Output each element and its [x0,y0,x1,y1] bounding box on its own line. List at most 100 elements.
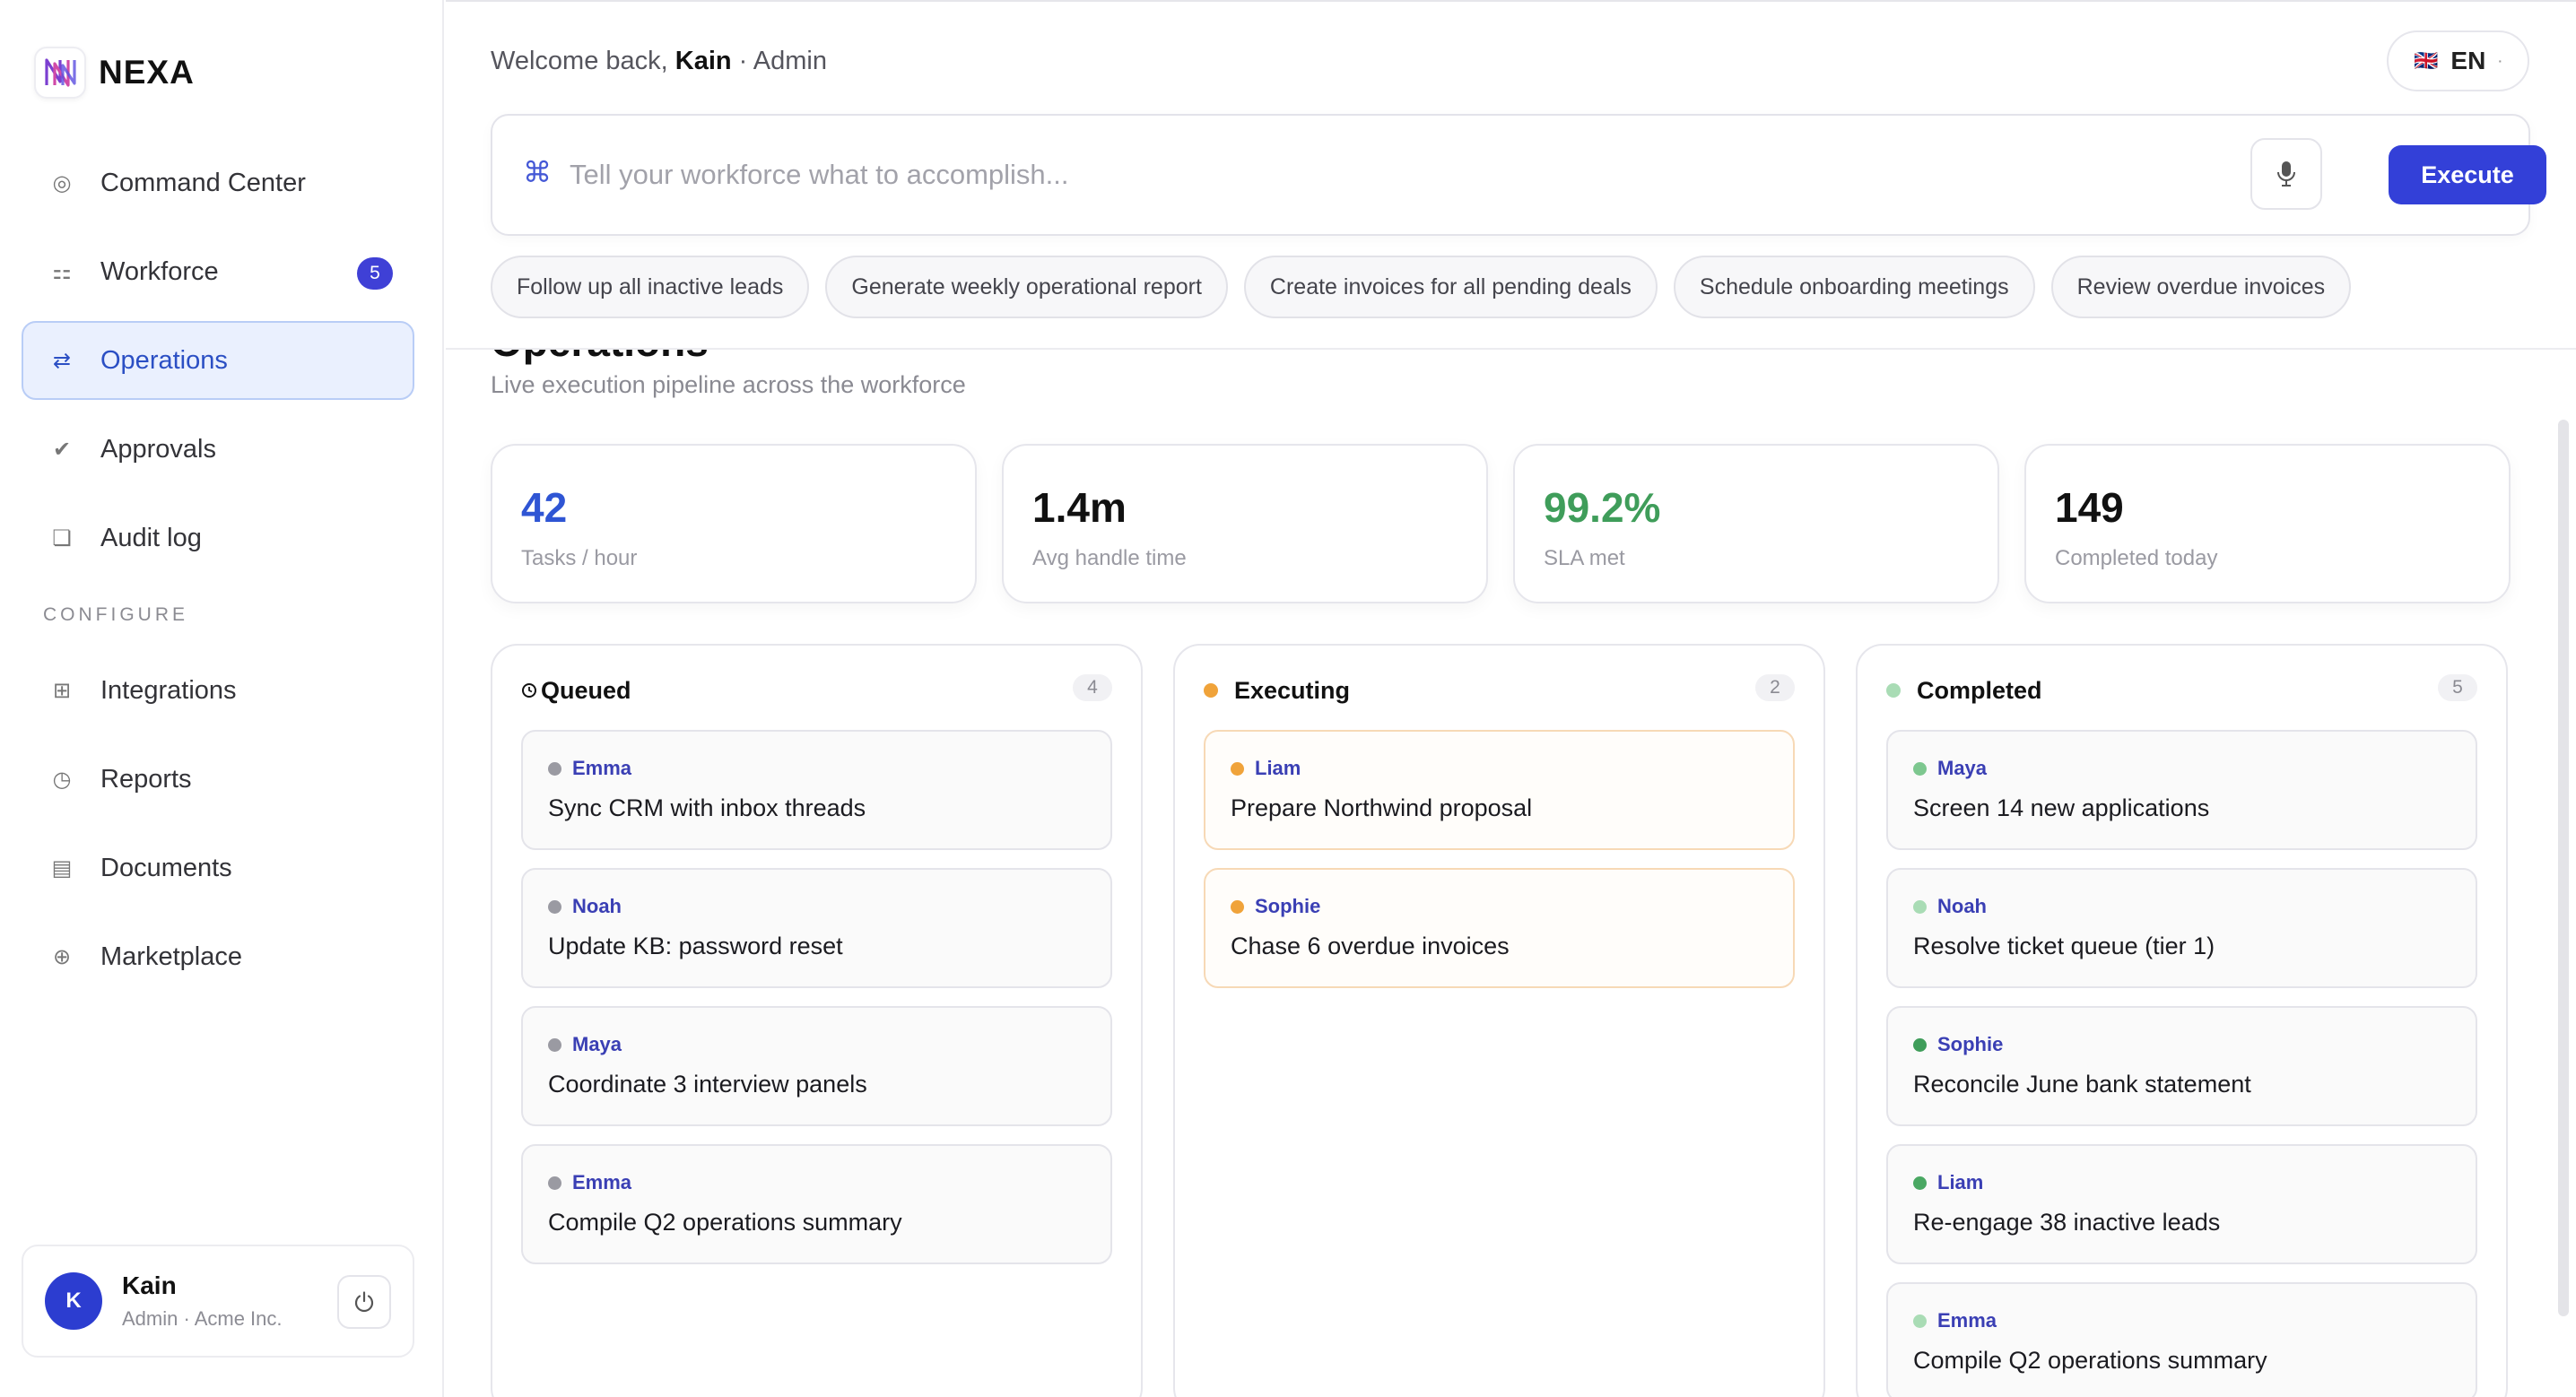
page-subtitle: Live execution pipeline across the workf… [491,371,966,398]
agent-status-dot-icon [1913,1176,1927,1190]
task-agent: Emma [1913,1309,2450,1332]
uk-flag-icon: 🇬🇧 [2414,49,2439,72]
stat-label: SLA met [1544,546,1625,570]
task-card[interactable]: Noah Resolve ticket queue (tier 1) [1886,868,2477,988]
agent-status-dot-icon [548,761,561,776]
column-header: Queued [521,672,1112,708]
stat-label: Tasks / hour [521,546,638,570]
agent-status-dot-icon [1913,899,1927,914]
language-selector[interactable]: 🇬🇧 EN · [2387,30,2529,91]
logout-button[interactable] [337,1275,391,1329]
sidebar-item-reports[interactable]: ◷ Reports [22,740,414,819]
status-dot-icon [1886,683,1901,698]
agent-name: Emma [572,1171,632,1193]
suggestion-chip[interactable]: Generate weekly operational report [825,256,1228,318]
column-title: Queued [541,676,631,704]
sidebar-item-approvals[interactable]: ✔ Approvals [22,410,414,489]
stat-value: 42 [521,484,568,531]
sidebar: NEXA ◎ Command Center ⚏ Workforce 5 ⇄ Operatio… [0,0,444,1397]
suggestion-chip[interactable]: Follow up all inactive leads [491,256,810,318]
stat-card: 1.4m Avg handle time [1002,444,1488,603]
agent-name: Noah [1937,895,1987,917]
sidebar-item-integrations[interactable]: ⊞ Integrations [22,651,414,730]
stat-value: 99.2% [1544,484,1661,531]
user-meta: Kain Admin · Acme Inc. [122,1271,283,1331]
sidebar-item-label: Marketplace [100,941,242,971]
task-card[interactable]: Emma Compile Q2 operations summary [521,1144,1112,1264]
sidebar-item-marketplace[interactable]: ⊕ Marketplace [22,917,414,996]
column-completed: Completed 5 Maya Screen 14 new applications… [1856,644,2508,1397]
sidebar-item-operations[interactable]: ⇄ Operations [22,321,414,400]
stat-card: 42 Tasks / hour [491,444,977,603]
task-card[interactable]: Maya Screen 14 new applications [1886,730,2477,850]
brand[interactable]: NEXA [34,47,195,99]
sidebar-item-audit-log[interactable]: ❏ Audit log [22,499,414,577]
task-title: Sync CRM with inbox threads [548,794,866,821]
task-card[interactable]: Sophie Chase 6 overdue invoices [1204,868,1795,988]
sidebar-item-label: Approvals [100,434,216,464]
stats-row: 42 Tasks / hour 1.4m Avg handle time 99.2% SL… [491,444,2511,603]
column-count-badge: 2 [1755,674,1795,701]
sidebar-item-command-center[interactable]: ◎ Command Center [22,143,414,222]
task-card[interactable]: Liam Prepare Northwind proposal [1204,730,1795,850]
welcome-text: Welcome back, Kain · Admin [491,47,827,76]
user-name: Kain [122,1271,177,1299]
task-card[interactable]: Maya Coordinate 3 interview panels [521,1006,1112,1126]
radar-icon: ◎ [52,170,72,195]
task-card[interactable]: Noah Update KB: password reset [521,868,1112,988]
task-title: Resolve ticket queue (tier 1) [1913,933,2215,959]
microphone-icon [2277,161,2295,187]
avatar: K [45,1272,102,1330]
nav-section-label: CONFIGURE [43,604,188,625]
power-icon [354,1291,374,1313]
clock-icon [521,682,541,698]
command-bar: ⌘ Execute [491,114,2546,236]
scrollbar[interactable] [2558,420,2569,1316]
agent-name: Maya [1937,757,1988,779]
microphone-button[interactable] [2250,138,2322,210]
sidebar-item-documents[interactable]: ▤ Documents [22,829,414,907]
top-divider [446,0,2576,2]
task-card[interactable]: Sophie Reconcile June bank statement [1886,1006,2477,1126]
plus-circle-icon: ⊕ [52,944,72,969]
sidebar-item-workforce[interactable]: ⚏ Workforce 5 [22,232,414,311]
sidebar-item-label: Audit log [100,523,202,552]
task-agent: Liam [1913,1171,2450,1194]
task-list: Liam Prepare Northwind proposal Sophie Chas… [1204,730,1795,988]
welcome-role: · Admin [731,47,827,75]
agent-status-dot-icon [1913,1314,1927,1328]
task-list: Maya Screen 14 new applications Noah Resolv… [1886,730,2477,1397]
task-card[interactable]: Emma Sync CRM with inbox threads [521,730,1112,850]
top-header: Welcome back, Kain · Admin 🇬🇧 EN · ⌘ Exe… [446,0,2576,350]
stat-label: Avg handle time [1032,546,1187,570]
task-title: Chase 6 overdue invoices [1231,933,1510,959]
task-agent: Emma [548,757,1085,780]
operations-page: Operations Live execution pipeline acros… [446,350,2555,1397]
sidebar-item-label: Integrations [100,675,237,705]
document-icon: ▤ [51,855,73,881]
sidebar-item-label: Reports [100,764,192,794]
sidebar-item-label: Workforce [100,256,219,286]
column-queued: Queued 4 Emma Sync CRM with inbox threads No… [491,644,1143,1397]
sidebar-nav: ◎ Command Center ⚏ Workforce 5 ⇄ Operations ✔ Ap… [22,143,414,1006]
task-title: Coordinate 3 interview panels [548,1071,867,1098]
user-card[interactable]: K Kain Admin · Acme Inc. [22,1245,414,1358]
task-card[interactable]: Liam Re-engage 38 inactive leads [1886,1144,2477,1264]
suggestion-chips: Follow up all inactive leads Generate wee… [491,256,2352,318]
task-list: Emma Sync CRM with inbox threads Noah Updat… [521,730,1112,1264]
task-agent: Emma [548,1171,1085,1194]
task-agent: Noah [1913,895,2450,918]
agent-name: Liam [1255,757,1301,779]
suggestion-chip[interactable]: Review overdue invoices [2050,256,2352,318]
agent-status-dot-icon [1231,761,1244,776]
command-input[interactable] [570,146,2184,204]
agent-name: Sophie [1255,895,1321,917]
task-card[interactable]: Emma Compile Q2 operations summary [1886,1282,2477,1397]
suggestion-chip[interactable]: Schedule onboarding meetings [1673,256,2035,318]
column-executing: Executing 2 Liam Prepare Northwind proposal… [1173,644,1825,1397]
execute-button[interactable]: Execute [2389,145,2546,204]
suggestion-chip[interactable]: Create invoices for all pending deals [1243,256,1658,318]
team-icon: ⚏ [52,259,72,284]
welcome-prefix: Welcome back, [491,47,675,75]
task-title: Reconcile June bank statement [1913,1071,2251,1098]
